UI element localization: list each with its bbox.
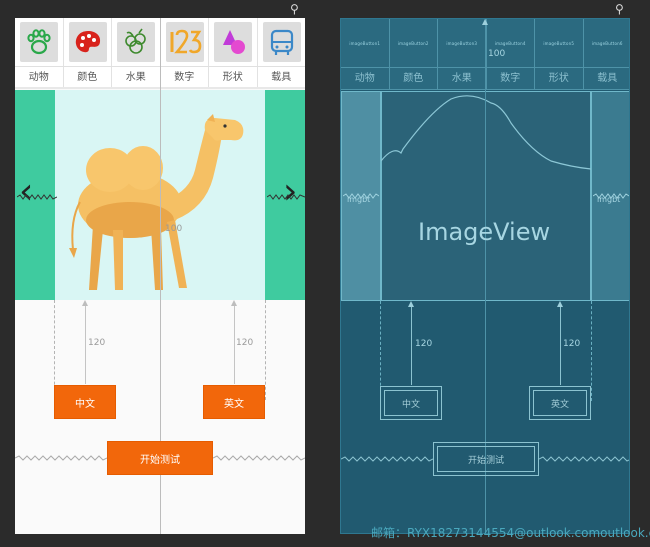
start-test-button[interactable]: 开始测试	[107, 441, 213, 475]
tab-vehicles[interactable]: 载具	[258, 18, 306, 88]
pin-icon: ⚲	[615, 2, 624, 16]
start-test-button-outline[interactable]: 开始测试	[433, 442, 539, 476]
tab-label: 水果	[125, 72, 146, 83]
constraint-spring	[17, 194, 57, 200]
dimension-label: 100	[165, 224, 183, 234]
tab-label: 数字	[500, 73, 521, 84]
image-silhouette-curve	[381, 95, 591, 170]
tab-label: 水果	[451, 73, 472, 84]
constraint-spring	[267, 194, 305, 200]
tab-label: 颜色	[403, 73, 424, 84]
email-watermark: 邮箱：RYX18273144554@outlook.comoutlook.com	[371, 526, 650, 540]
design-preview: 动物 颜色 水果 数字 形状 载具 ‹ › 100 120 120 中文 英文 …	[15, 18, 305, 534]
imageview-label: ImageView	[418, 218, 551, 246]
constraint-spring	[343, 193, 379, 199]
tab-id-label: imageButton1	[349, 41, 381, 46]
tab-label: 载具	[271, 72, 292, 83]
previous-arrow-icon[interactable]: ‹	[19, 174, 33, 210]
dimension-line	[85, 306, 86, 384]
dimension-line	[560, 307, 561, 385]
constraint-spring	[593, 193, 629, 199]
shapes-icon	[214, 22, 252, 62]
tab-numbers[interactable]: 数字	[161, 18, 209, 88]
dimension-label: 100	[488, 49, 506, 59]
tab-label: 动物	[354, 73, 375, 84]
blueprint-tab[interactable]: imageButton1 动物	[341, 19, 390, 89]
next-arrow-icon[interactable]: ›	[283, 174, 297, 210]
paw-icon	[20, 22, 58, 62]
constraint-spring	[341, 456, 433, 462]
dimension-label: 120	[88, 338, 106, 348]
dimension-label: 120	[563, 339, 581, 349]
dimension-arrow	[482, 19, 488, 25]
tab-label: 载具	[597, 73, 618, 84]
tab-id-label: imageButton4	[494, 41, 526, 46]
tab-label: 动物	[28, 72, 49, 83]
tab-label: 形状	[548, 73, 569, 84]
constraint-spring	[15, 455, 107, 461]
tab-label: 数字	[174, 72, 195, 83]
blueprint-tab[interactable]: imageButton2 颜色	[390, 19, 438, 89]
dimension-label: 120	[236, 338, 254, 348]
blueprint-view: imageButton1 动物 imageButton2 颜色 imageBut…	[340, 18, 630, 534]
dimension-line	[234, 306, 235, 384]
tab-fruits[interactable]: 水果	[112, 18, 161, 88]
blueprint-tab[interactable]: imageButton6 载具	[584, 19, 630, 89]
guideline	[265, 300, 266, 400]
blueprint-tab[interactable]: imageButton5 形状	[535, 19, 584, 89]
guideline	[591, 301, 592, 401]
tab-label: 颜色	[77, 72, 98, 83]
english-button-outline[interactable]: 英文	[529, 386, 591, 420]
tab-id-label: imageButton2	[397, 41, 429, 46]
tab-id-label: imageButton5	[543, 41, 575, 46]
dimension-line	[411, 307, 412, 385]
bus-icon	[262, 22, 301, 62]
numbers-123-icon	[165, 22, 204, 62]
constraint-spring	[213, 455, 305, 461]
chinese-button-outline[interactable]: 中文	[380, 386, 442, 420]
constraint-spring	[539, 456, 629, 462]
blueprint-tab[interactable]: imageButton3 水果	[438, 19, 487, 89]
chinese-button[interactable]: 中文	[54, 385, 116, 419]
english-button[interactable]: 英文	[203, 385, 265, 419]
pin-icon: ⚲	[290, 2, 299, 16]
dimension-label: 120	[415, 339, 433, 349]
tab-id-label: imageButton6	[591, 41, 623, 46]
tab-id-label: imageButton3	[446, 41, 478, 46]
tab-colors[interactable]: 颜色	[64, 18, 112, 88]
tab-animals[interactable]: 动物	[15, 18, 64, 88]
tab-shapes[interactable]: 形状	[209, 18, 258, 88]
palette-icon	[68, 22, 107, 62]
fruit-basket-icon	[117, 22, 155, 62]
tab-label: 形状	[222, 72, 243, 83]
